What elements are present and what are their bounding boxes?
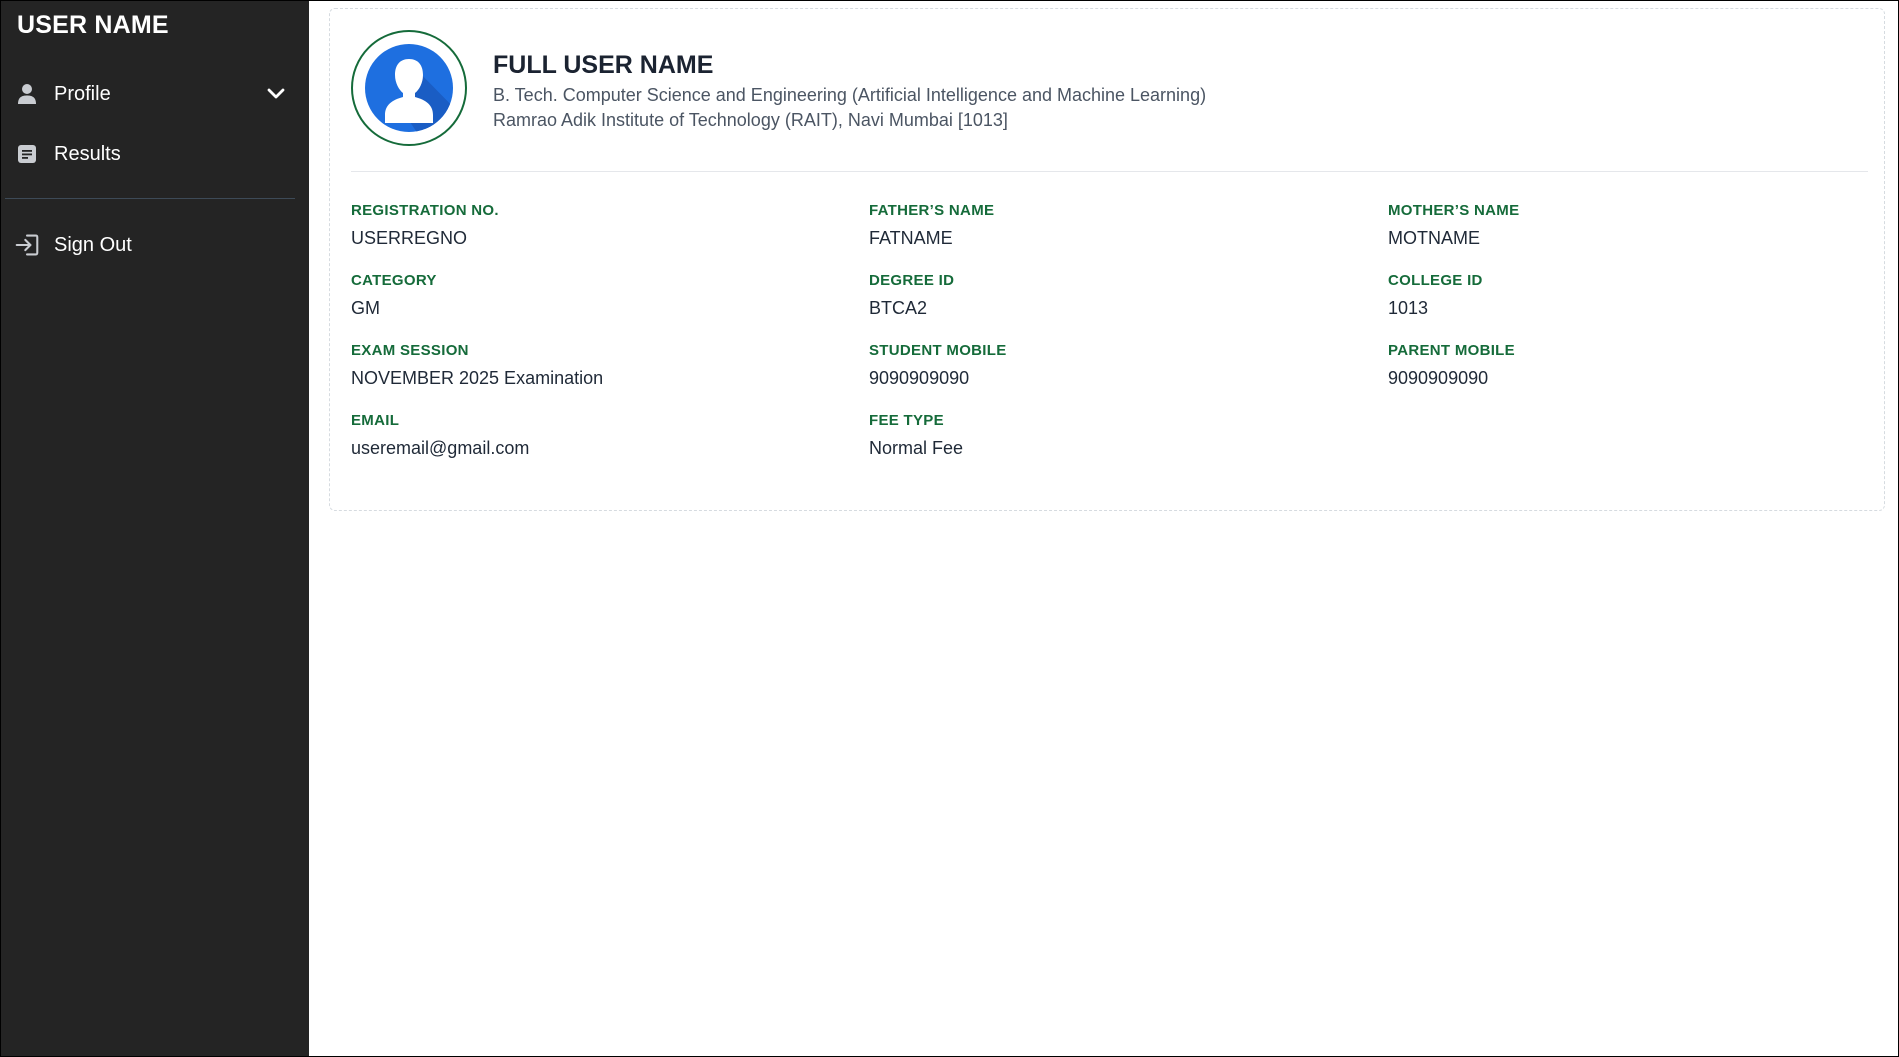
sidebar: USER NAME Profile Results Sign Out [1,1,309,1056]
field-label: FATHER’S NAME [869,202,995,219]
avatar [351,30,467,146]
sidebar-user-name: USER NAME [17,11,169,39]
field-label: PARENT MOBILE [1388,342,1515,359]
sidebar-item-results[interactable]: Results [5,128,295,180]
sidebar-item-label: Profile [54,82,111,105]
field-label: CATEGORY [351,272,437,289]
field-value: MOTNAME [1388,228,1480,248]
field-value: FATNAME [869,228,953,248]
field-value: GM [351,298,380,318]
sidebar-divider [5,198,295,199]
sign-in-arrow-icon [15,233,39,257]
field-label: FEE TYPE [869,412,944,429]
chevron-down-icon[interactable] [265,83,287,105]
sidebar-item-label: Results [54,142,121,165]
field-label: DEGREE ID [869,272,955,289]
main-content: FULL USER NAME B. Tech. Computer Science… [310,1,1898,1056]
field-value: 9090909090 [1388,368,1489,388]
profile-full-name: FULL USER NAME [493,51,714,79]
field-value: 1013 [1388,298,1429,318]
field-label: EXAM SESSION [351,342,469,359]
user-avatar-icon [365,44,453,132]
sidebar-item-sign-out[interactable]: Sign Out [5,219,295,271]
field-value: NOVEMBER 2025 Examination [351,368,604,388]
field-label: MOTHER’S NAME [1388,202,1520,219]
field-label: REGISTRATION NO. [351,202,499,219]
profile-institute: Ramrao Adik Institute of Technology (RAI… [493,110,1008,130]
sidebar-item-profile[interactable]: Profile [5,68,295,120]
card-divider [351,171,1868,172]
field-value: Normal Fee [869,438,964,458]
profile-card: FULL USER NAME B. Tech. Computer Science… [329,8,1885,511]
field-label: EMAIL [351,412,400,429]
field-value: USERREGNO [351,228,468,248]
field-label: COLLEGE ID [1388,272,1483,289]
field-label: STUDENT MOBILE [869,342,1007,359]
sidebar-item-label: Sign Out [54,233,132,256]
person-icon [15,82,39,106]
profile-program: B. Tech. Computer Science and Engineerin… [493,85,1207,105]
field-value: BTCA2 [869,298,928,318]
field-value: 9090909090 [869,368,970,388]
field-value: useremail@gmail.com [351,438,530,458]
document-icon [15,142,39,166]
